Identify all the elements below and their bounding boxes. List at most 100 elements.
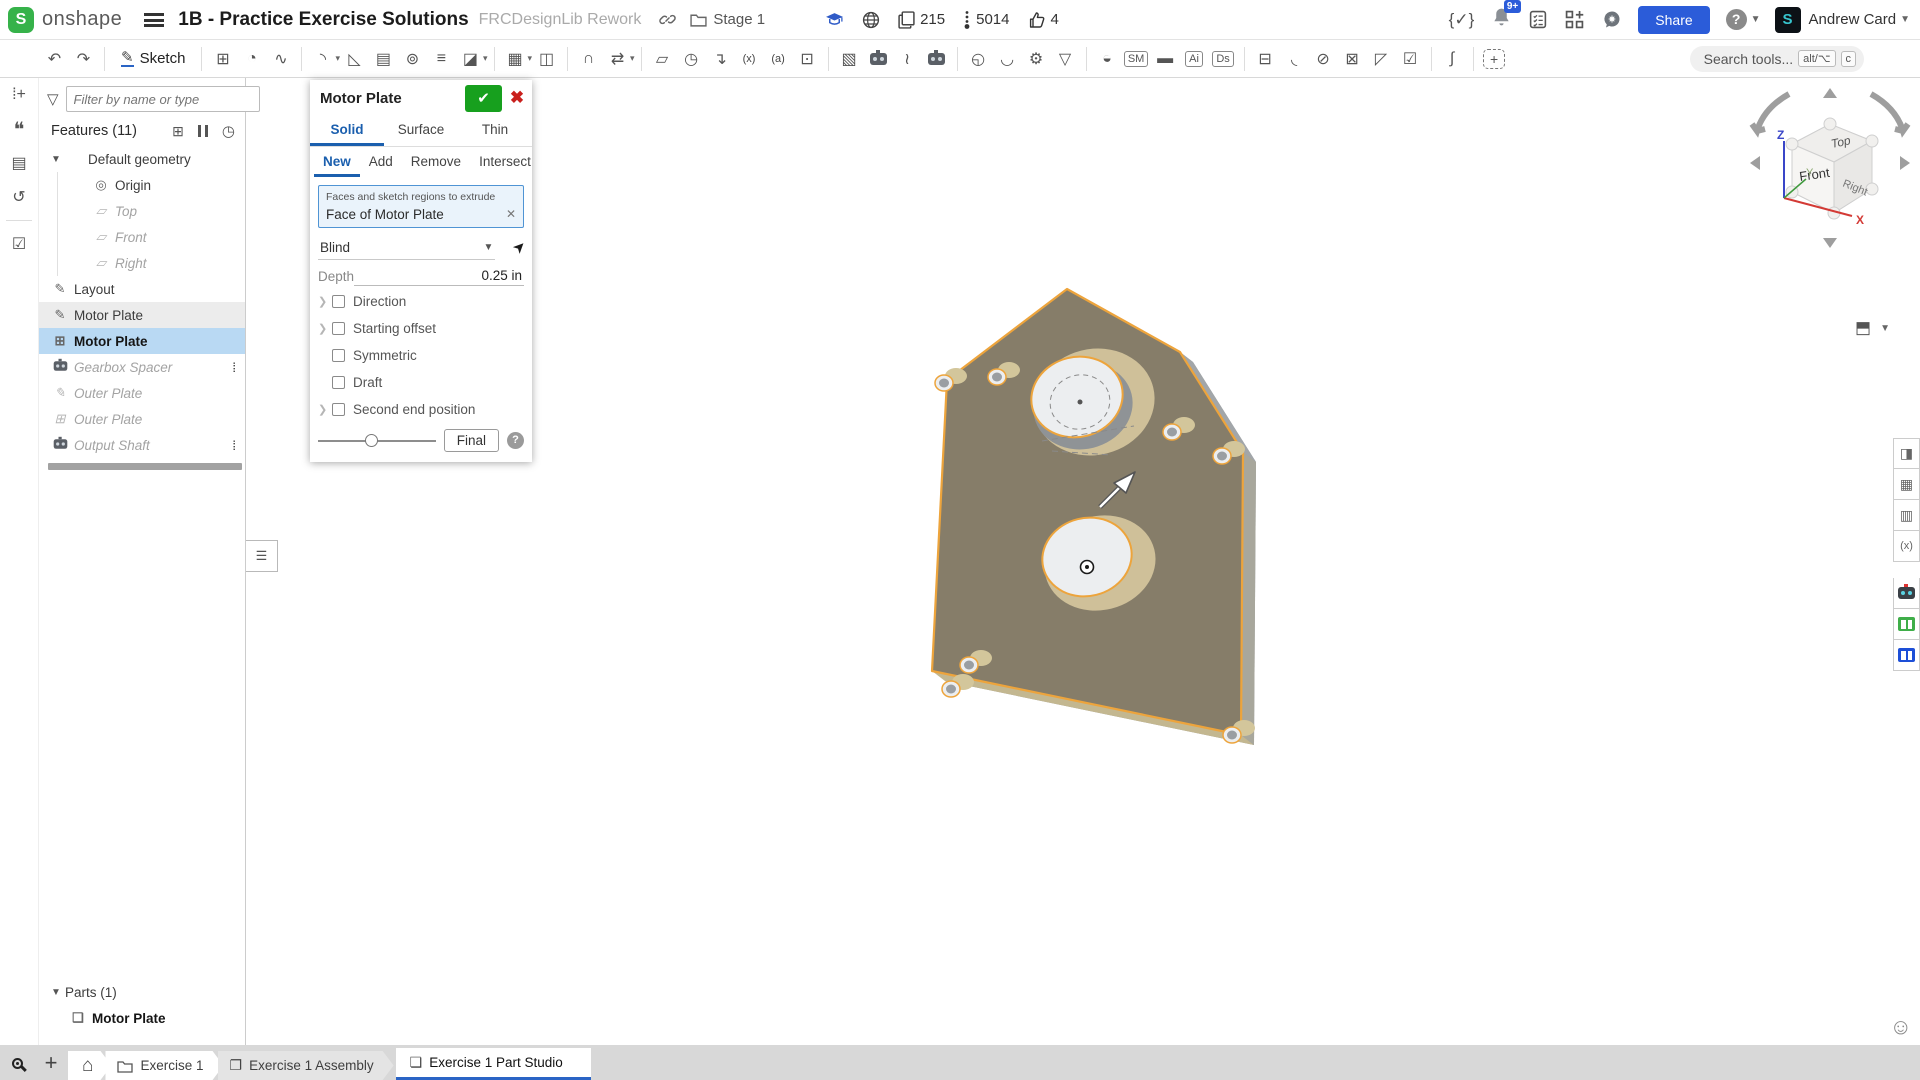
green-library-icon[interactable] <box>1893 609 1920 640</box>
checkbox[interactable] <box>332 349 345 362</box>
feature-item[interactable]: Gearbox Spacer⁞ <box>39 354 245 380</box>
toolbar-finish-part-icon[interactable]: ☑ <box>1397 45 1424 73</box>
follow-mode-icon[interactable]: ⁞+ <box>0 78 38 112</box>
checklist-icon[interactable]: ☑ <box>0 227 38 261</box>
toolbar-chamfer-icon[interactable]: ◺ <box>341 45 368 73</box>
avatar[interactable]: S <box>1775 7 1801 33</box>
toolbar-gear-feature-icon[interactable]: ⚙ <box>1023 45 1050 73</box>
learning-center-icon[interactable] <box>1602 10 1622 30</box>
feature-list-flyout-button[interactable]: ☰ <box>246 540 278 572</box>
feature-item[interactable]: ⊞Outer Plate <box>39 406 245 432</box>
toolbar-fillet-caret-icon[interactable]: ▾ <box>335 53 340 64</box>
feature-item[interactable]: ▱Top <box>57 198 245 224</box>
toolbar-thicken-icon[interactable]: ⊟ <box>1252 45 1279 73</box>
public-globe-icon[interactable] <box>862 11 880 29</box>
selection-box[interactable]: Faces and sketch regions to extrude Face… <box>318 185 524 228</box>
toolbar-insert-icon[interactable]: + <box>1481 45 1508 73</box>
accept-button[interactable]: ✔ <box>465 85 502 112</box>
toolbar-derived-icon[interactable]: ↴ <box>707 45 734 73</box>
tab-exercise-1-part-studio[interactable]: ❏Exercise 1 Part Studio <box>396 1048 591 1080</box>
toolbar-extend-surface-icon[interactable]: ◸ <box>1368 45 1395 73</box>
sketch-button[interactable]: ✎Sketch <box>111 47 195 70</box>
toolbar-boolean-icon[interactable]: ∩ <box>575 45 602 73</box>
tab-exercise-1[interactable]: Exercise 1 <box>105 1051 223 1080</box>
flip-direction-icon[interactable]: ➤ <box>509 236 531 258</box>
rollback-history-icon[interactable]: ◷ <box>222 122 235 140</box>
end-type-dropdown[interactable]: Blind ▼ <box>318 236 495 260</box>
tab-exercise-1-assembly[interactable]: ❐Exercise 1 Assembly <box>218 1051 394 1080</box>
help-caret-icon[interactable]: ▼ <box>1751 14 1761 25</box>
unsuppress-dots-icon[interactable]: ⁞ <box>232 360 235 375</box>
option-label[interactable]: Starting offset <box>353 321 436 336</box>
search-tabs-icon[interactable] <box>0 1049 34 1077</box>
option-label[interactable]: Second end position <box>353 402 475 417</box>
comments-icon[interactable]: ❝ <box>0 112 38 146</box>
toolbar-draft-caret-icon[interactable]: ▾ <box>483 53 488 64</box>
feature-item[interactable]: Output Shaft⁞ <box>39 432 245 458</box>
mode-add[interactable]: Add <box>360 149 402 177</box>
checkbox[interactable] <box>332 295 345 308</box>
likes-icon[interactable] <box>1028 11 1046 29</box>
feature-item[interactable]: ▱Front <box>57 224 245 250</box>
toolbar-sweep-icon[interactable]: ∿ <box>267 45 294 73</box>
toolbar-linear-pattern-caret-icon[interactable]: ▾ <box>528 53 533 64</box>
toolbar-robot-feature-1-icon[interactable] <box>865 45 892 73</box>
mode-intersect[interactable]: Intersect <box>470 149 540 177</box>
model-motor-plate[interactable] <box>902 255 1282 780</box>
history-icon[interactable]: ↺ <box>0 180 38 214</box>
toolbar-design-studio-icon[interactable]: Ds <box>1210 45 1237 73</box>
toolbar-robot-feature-2-icon[interactable] <box>923 45 950 73</box>
parts-collapse-icon[interactable]: ▼ <box>51 987 65 998</box>
collapse-icon[interactable]: ▼ <box>51 154 65 165</box>
add-tab-button[interactable]: + <box>34 1049 68 1077</box>
share-button[interactable]: Share <box>1638 6 1709 34</box>
feature-item[interactable]: ✎Motor Plate <box>39 302 245 328</box>
preview-slider[interactable] <box>318 440 436 442</box>
document-title[interactable]: 1B - Practice Exercise Solutions <box>178 9 468 31</box>
toolbar-draft-icon[interactable]: ◪ <box>457 45 484 73</box>
view-cube[interactable]: Top Front Right Z X Y <box>1744 86 1916 261</box>
toolbar-appearance-icon[interactable]: ◒ <box>1094 45 1121 73</box>
preview-slider-thumb[interactable] <box>365 434 378 447</box>
toolbar-linear-pattern-icon[interactable]: ▦ <box>502 45 529 73</box>
tab-surface[interactable]: Surface <box>384 116 458 146</box>
checkbox[interactable] <box>332 403 345 416</box>
unsuppress-dots-icon[interactable]: ⁞ <box>232 438 235 453</box>
toolbar-transform-icon[interactable]: ⇄ <box>604 45 631 73</box>
followers-icon[interactable] <box>963 10 971 30</box>
help-button[interactable]: ? <box>1726 9 1747 30</box>
tab-thin[interactable]: Thin <box>458 116 532 146</box>
robot-library-icon[interactable] <box>1893 578 1920 609</box>
tab-solid[interactable]: Solid <box>310 116 384 146</box>
expand-icon[interactable]: ❯ <box>318 322 332 335</box>
final-button[interactable]: Final <box>444 429 499 452</box>
toolbar-featurescript-search-icon[interactable]: (a) <box>765 45 792 73</box>
new-folder-icon[interactable]: ⊞ <box>172 123 184 140</box>
toolbar-extrude-icon[interactable]: ⊞ <box>209 45 236 73</box>
rollback-bar[interactable] <box>48 463 242 470</box>
toolbar-loft-icon[interactable]: ▤ <box>370 45 397 73</box>
toolbar-variable-icon[interactable]: (x) <box>736 45 763 73</box>
toolbar-transform-caret-icon[interactable]: ▾ <box>630 53 635 64</box>
notes-icon[interactable]: ▤ <box>0 146 38 180</box>
toolbar-move-face-icon[interactable]: ⊠ <box>1339 45 1366 73</box>
toolbar-ai-feature-icon[interactable]: Ai <box>1181 45 1208 73</box>
depth-input[interactable]: 0.25 in <box>354 266 524 286</box>
dialog-help-icon[interactable]: ? <box>507 432 524 449</box>
feature-item[interactable]: ✎Layout <box>39 276 245 302</box>
education-badge-icon[interactable] <box>825 12 844 28</box>
appearance-panel-icon[interactable]: ◨ <box>1893 438 1920 469</box>
release-tasks-icon[interactable] <box>1529 10 1547 29</box>
toolbar-bend-icon[interactable]: ◟ <box>1281 45 1308 73</box>
expand-icon[interactable]: ❯ <box>318 403 332 416</box>
filter-input[interactable] <box>66 86 260 112</box>
toolbar-hole-icon[interactable]: ⊚ <box>399 45 426 73</box>
toolbar-curve-icon[interactable]: ∫ <box>1439 45 1466 73</box>
toolbar-tube-feature-icon[interactable]: ≀ <box>894 45 921 73</box>
variable-table-icon[interactable]: (x) <box>1893 531 1920 562</box>
toolbar-primitive-icon[interactable]: ▧ <box>836 45 863 73</box>
main-menu-icon[interactable] <box>144 13 164 27</box>
toolbar-plane-icon[interactable]: ▱ <box>649 45 676 73</box>
configurations-icon[interactable]: ▦ <box>1893 469 1920 500</box>
feature-item[interactable]: ▼Default geometry <box>39 146 245 172</box>
